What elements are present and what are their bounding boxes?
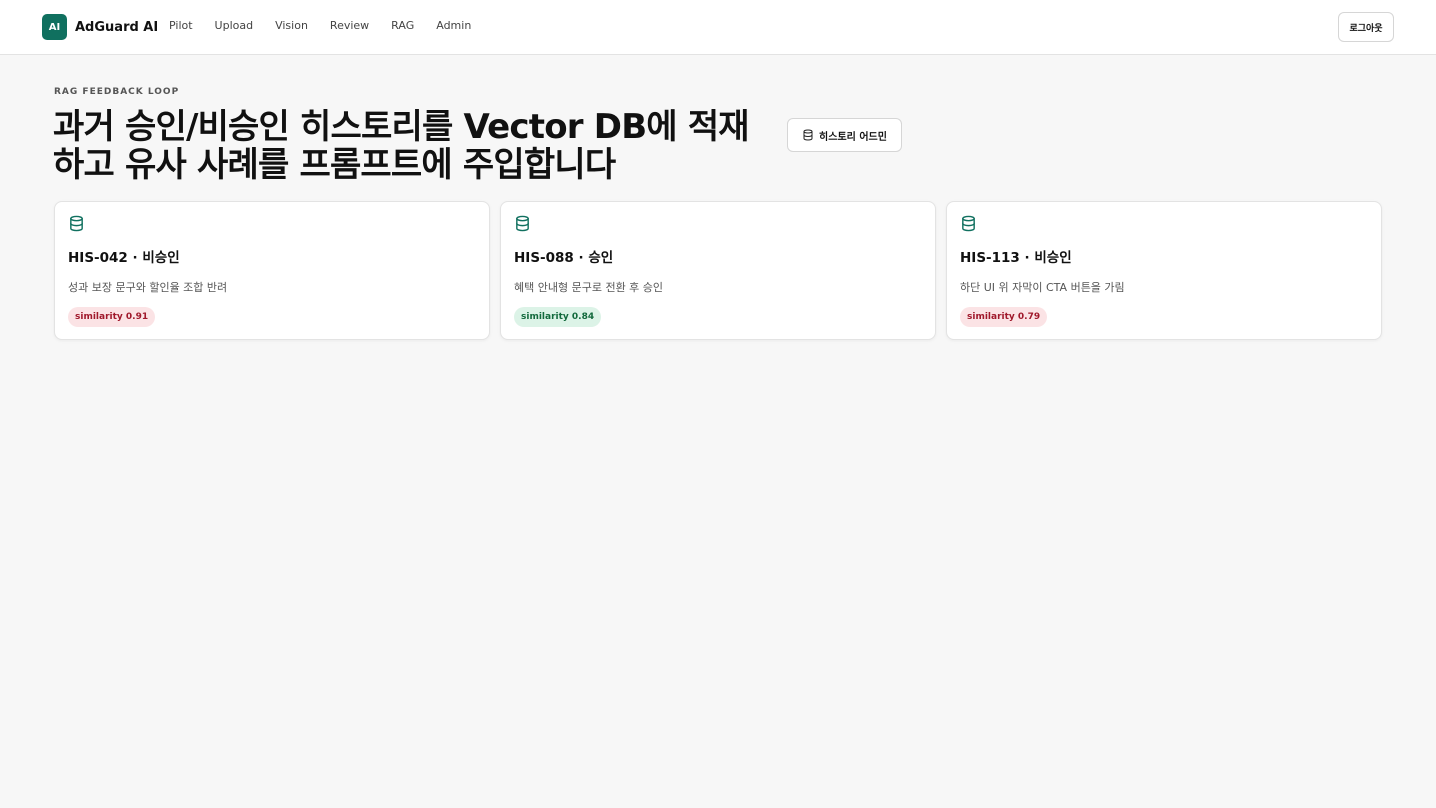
top-navigation-bar: AI AdGuard AI Pilot Upload Vision Review…: [0, 0, 1436, 55]
card-description: 성과 보장 문구와 할인율 조합 반려: [68, 281, 228, 294]
nav-item-pilot[interactable]: Pilot: [169, 19, 193, 32]
brand-logo: AI: [42, 14, 67, 40]
database-icon: [962, 215, 975, 232]
similarity-badge: similarity 0.91: [68, 307, 156, 327]
card-title: HIS-113 · 비승인: [960, 250, 1072, 266]
similarity-badge: similarity 0.84: [514, 307, 602, 327]
nav-item-upload[interactable]: Upload: [215, 19, 254, 32]
history-card[interactable]: HIS-113 · 비승인 하단 UI 위 자막이 CTA 버튼을 가림 sim…: [946, 201, 1382, 340]
logout-button[interactable]: 로그아웃: [1338, 12, 1394, 42]
nav-item-rag[interactable]: RAG: [391, 19, 414, 32]
database-icon: [516, 215, 529, 232]
nav-item-vision[interactable]: Vision: [275, 19, 308, 32]
main-nav: Pilot Upload Vision Review RAG Admin: [169, 19, 493, 32]
nav-item-review[interactable]: Review: [330, 19, 369, 32]
card-description: 혜택 안내형 문구로 전환 후 승인: [514, 281, 664, 294]
card-title: HIS-088 · 승인: [514, 250, 614, 266]
history-admin-button[interactable]: 히스토리 어드민: [787, 118, 902, 152]
nav-item-admin[interactable]: Admin: [436, 19, 471, 32]
page-eyebrow: RAG FEEDBACK LOOP: [54, 87, 180, 97]
database-icon: [803, 129, 813, 141]
history-card[interactable]: HIS-042 · 비승인 성과 보장 문구와 할인율 조합 반려 simila…: [54, 201, 490, 340]
history-admin-label: 히스토리 어드민: [819, 131, 887, 143]
card-title: HIS-042 · 비승인: [68, 250, 180, 266]
database-icon: [70, 215, 83, 232]
brand[interactable]: AI AdGuard AI: [42, 14, 158, 40]
page-title: 과거 승인/비승인 히스토리를 Vector DB에 적재하고 유사 사례를 프…: [53, 107, 750, 185]
card-description: 하단 UI 위 자막이 CTA 버튼을 가림: [960, 281, 1125, 294]
brand-name: AdGuard AI: [75, 19, 159, 35]
history-card[interactable]: HIS-088 · 승인 혜택 안내형 문구로 전환 후 승인 similari…: [500, 201, 936, 340]
similarity-badge: similarity 0.79: [960, 307, 1048, 327]
